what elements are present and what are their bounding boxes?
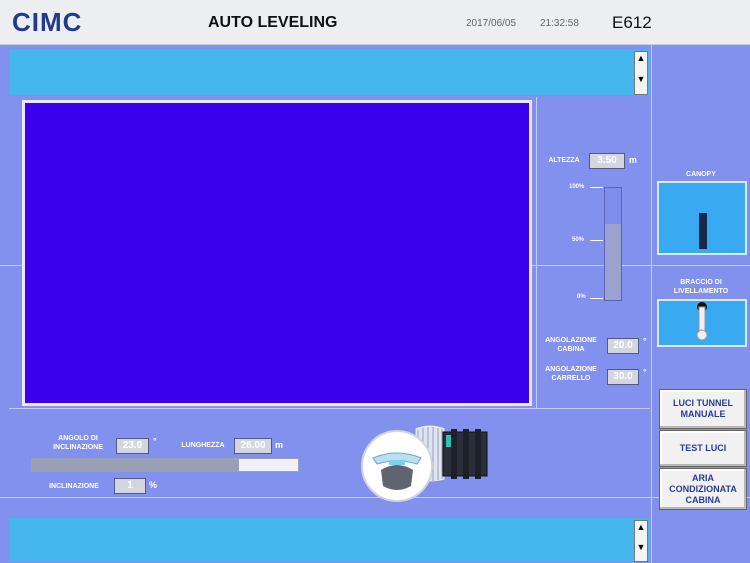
gauge-tick-0: 0%: [577, 294, 586, 300]
scroll-up-icon[interactable]: ▲: [635, 52, 647, 73]
scroll-up-icon[interactable]: ▲: [635, 521, 647, 541]
angolo-inclinazione-value: 23.0: [116, 438, 149, 454]
canopy-label: CANOPY: [686, 171, 716, 178]
test-luci-button[interactable]: TEST LUCI: [659, 430, 747, 467]
inclinazione-label: INCLINAZIONE: [49, 483, 99, 490]
altezza-label: ALTEZZA: [548, 157, 580, 164]
time-display: 21:32:58: [540, 18, 579, 29]
canopy-panel[interactable]: [657, 181, 747, 255]
braccio-livellamento-label: BRACCIO DI LIVELLAMENTO: [673, 279, 729, 295]
camera-view: [22, 100, 532, 406]
angolazione-cabina-value: 20.0: [607, 338, 639, 354]
brand-logo: CIMC: [12, 7, 83, 37]
gauge-tick-mark: [590, 240, 603, 241]
top-message-banner: [9, 49, 650, 95]
page-title: AUTO LEVELING: [208, 14, 338, 31]
angolazione-carrello-value: 30.0: [607, 369, 639, 385]
height-gauge-fill: [605, 223, 621, 300]
inclination-bar: [31, 458, 299, 472]
inclinazione-unit: %: [149, 480, 158, 490]
gauge-tick-50: 50%: [572, 237, 585, 243]
angolazione-cabina-unit: °: [643, 336, 647, 346]
gauge-tick-100: 100%: [569, 184, 585, 190]
scroll-down-icon[interactable]: ▼: [635, 541, 647, 561]
canopy-indicator-icon: [699, 213, 707, 249]
altezza-unit: m: [629, 155, 638, 165]
gauge-tick-mark: [590, 298, 603, 299]
height-gauge: [604, 187, 622, 301]
inclinazione-value: 1: [114, 478, 146, 494]
scroll-down-icon[interactable]: ▼: [635, 73, 647, 94]
angolazione-carrello-label: ANGOLAZIONE CARRELLO: [545, 366, 597, 382]
vertical-divider: [536, 97, 537, 409]
bridge-graphic: [361, 424, 488, 502]
angolazione-carrello-unit: °: [643, 367, 647, 377]
gate-code: E612: [612, 13, 652, 32]
date-display: 2017/06/05: [466, 18, 517, 29]
gauge-tick-mark: [590, 187, 603, 188]
top-banner-scrollbar[interactable]: ▲ ▼: [634, 51, 648, 95]
angolazione-cabina-label: ANGOLAZIONE CABINA: [545, 337, 597, 353]
angolo-inclinazione-unit: °: [153, 436, 157, 446]
altezza-value: 3.50: [589, 153, 625, 169]
horizontal-divider: [9, 408, 650, 409]
lunghezza-label: LUNGHEZZA: [181, 442, 225, 449]
vertical-divider: [651, 45, 652, 563]
bottom-banner-scrollbar[interactable]: ▲ ▼: [634, 520, 648, 562]
lunghezza-value: 26.00: [234, 438, 272, 454]
luci-tunnel-manuale-button[interactable]: LUCI TUNNEL MANUALE: [659, 389, 747, 429]
leveling-arm-panel[interactable]: [657, 299, 747, 347]
angolo-inclinazione-label: ANGOLO DI INCLINAZIONE: [53, 435, 103, 451]
inclination-bar-fill: [32, 459, 240, 471]
lunghezza-unit: m: [275, 440, 284, 450]
leveling-arm-icon: [696, 302, 708, 341]
aria-condizionata-cabina-button[interactable]: ARIA CONDIZIONATA CABINA: [659, 468, 747, 510]
bottom-message-banner: [9, 518, 650, 562]
